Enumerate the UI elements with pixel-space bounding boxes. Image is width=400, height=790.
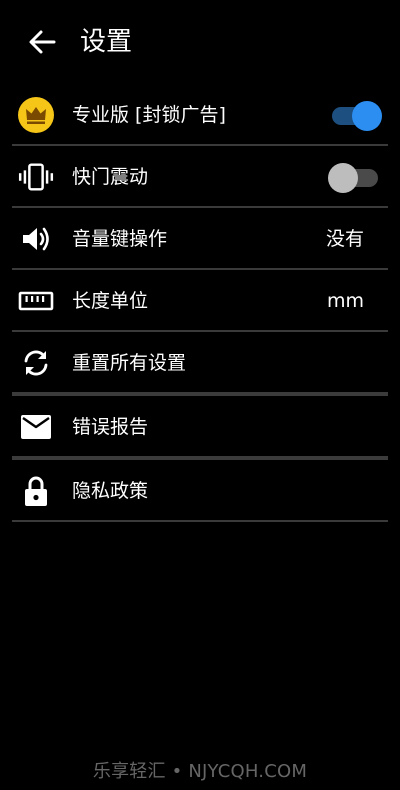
- setting-label: 长度单位: [72, 290, 149, 312]
- setting-label: 快门震动: [72, 166, 149, 188]
- toggle-knob: [352, 101, 382, 131]
- page-title: 设置: [80, 27, 133, 57]
- setting-shutter-vibration[interactable]: 快门震动: [12, 146, 388, 208]
- back-arrow-icon[interactable]: [26, 26, 58, 58]
- setting-reset-all[interactable]: 重置所有设置: [12, 332, 388, 394]
- setting-value: mm: [326, 290, 364, 312]
- setting-length-unit[interactable]: 长度单位 mm: [12, 270, 388, 332]
- setting-label: 隐私政策: [72, 480, 149, 502]
- setting-privacy-policy[interactable]: 隐私政策: [12, 460, 388, 522]
- setting-volume-key-action[interactable]: 音量键操作 没有: [12, 208, 388, 270]
- ruler-icon: [18, 285, 54, 317]
- mail-icon: [18, 411, 54, 443]
- lock-icon: [18, 475, 54, 507]
- toggle-knob: [328, 163, 358, 193]
- app-header: 设置: [0, 0, 400, 84]
- pro-version-toggle[interactable]: [328, 100, 382, 131]
- setting-pro-version[interactable]: 专业版 [封锁广告]: [12, 84, 388, 146]
- reset-icon: [18, 347, 54, 379]
- setting-value: 没有: [325, 228, 364, 250]
- shutter-vibration-toggle[interactable]: [328, 162, 382, 193]
- divider: [12, 520, 388, 522]
- setting-label: 专业版 [封锁广告]: [72, 104, 226, 126]
- volume-icon: [18, 223, 54, 255]
- vibrate-icon: [18, 161, 54, 193]
- setting-label: 音量键操作: [72, 228, 168, 250]
- setting-error-report[interactable]: 错误报告: [12, 396, 388, 458]
- crown-icon: [18, 97, 54, 133]
- setting-label: 重置所有设置: [72, 352, 187, 374]
- setting-label: 错误报告: [72, 416, 149, 438]
- watermark-text: 乐享轻汇 • NJYCQH.COM: [92, 761, 308, 782]
